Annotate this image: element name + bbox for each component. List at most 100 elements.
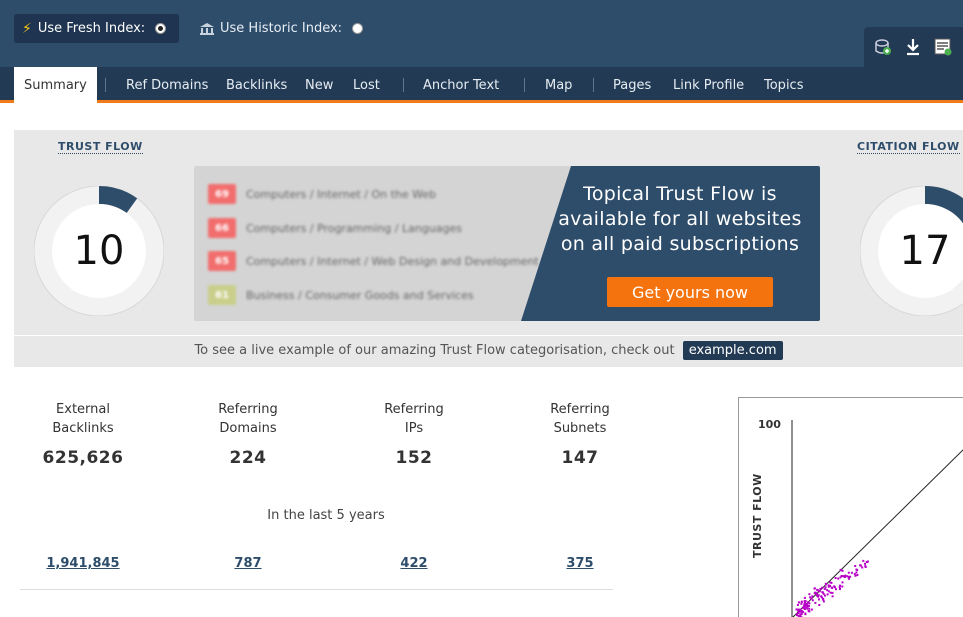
scatter-point [841,585,844,588]
promo-line: on all paid subscriptions [560,233,800,255]
nav-tabs: Summary Ref Domains Backlinks New Lost A… [0,67,963,105]
majestic-site-explorer: ⚡ Use Fresh Index: Use Historic Index: S… [0,0,963,617]
add-to-bucket-icon[interactable] [873,37,893,57]
scatter-point [826,589,829,592]
stat-label: Domains [219,421,277,436]
historic-index-label: Use Historic Index: [220,21,343,36]
history-link[interactable]: 422 [400,556,427,571]
scatter-point [800,613,803,615]
scatter-point [831,595,834,598]
promo-line: Topical Trust Flow is [583,183,777,205]
history-link[interactable]: 375 [566,556,593,571]
fresh-index-label: Use Fresh Index: [37,21,146,36]
scatter-point [821,591,824,594]
scatter-point [864,565,867,568]
scatter-point [841,569,844,572]
trust-flow-gauge: 10 [33,185,165,317]
get-yours-now-button[interactable]: Get yours now [607,277,773,307]
diagonal-reference-line [792,449,963,617]
trust-flow-value: 10 [73,228,125,274]
tab-new[interactable]: New [305,67,333,103]
scatter-point [826,593,829,596]
scatter-point [821,596,823,599]
scatter-point [837,577,840,580]
scatter-point [817,589,820,592]
flow-metric-scatter: 100 TRUST FLOW [738,397,963,617]
scatter-point [829,584,831,587]
flow-metrics-panel: TRUST FLOW CITATION FLOW 10 17 69 Comput… [14,130,963,367]
historic-index-option[interactable]: Use Historic Index: [200,14,364,43]
scatter-point [855,568,858,571]
scatter-point [821,586,824,589]
tab-separator [105,78,106,92]
stat-label: IPs [404,421,424,436]
scatter-point [818,604,821,606]
scatter-point [803,608,806,610]
scatter-point [861,566,864,569]
tab-separator [524,78,525,92]
tab-link-profile[interactable]: Link Profile [673,67,744,103]
scatter-point [806,607,809,610]
tab-separator [403,78,404,92]
example-link[interactable]: example.com [682,341,783,360]
scatter-point [811,595,814,598]
scatter-point [865,561,868,563]
scatter-point [814,591,817,594]
scatter-point [808,602,811,605]
scatter-point [835,588,837,591]
tab-anchor-text[interactable]: Anchor Text [423,67,499,103]
history-link[interactable]: 1,941,845 [46,556,119,571]
scatter-point [806,605,809,608]
scatter-point [816,594,818,597]
scatter-point [839,584,841,587]
stat-external-backlinks: External Backlinks 625,626 [13,400,153,468]
scatter-point [824,582,827,585]
scatter-point [827,590,830,593]
scatter-point [808,593,811,596]
stat-value: 147 [561,448,599,468]
report-icon[interactable] [933,37,953,57]
tab-summary[interactable]: Summary [14,67,97,105]
history-link[interactable]: 787 [234,556,261,571]
tab-backlinks[interactable]: Backlinks [226,67,287,103]
scatter-point [841,581,844,584]
tab-pages[interactable]: Pages [613,67,651,103]
scatter-point [800,600,803,603]
promo-line: available for all websites [558,208,802,230]
tab-topics[interactable]: Topics [764,67,803,103]
fresh-index-radio[interactable] [155,23,167,34]
stat-label: External [56,402,110,417]
tab-lost[interactable]: Lost [353,67,380,103]
stat-value: 625,626 [42,448,124,468]
stat-referring-subnets: Referring Subnets 147 [510,400,650,468]
header-bar: ⚡ Use Fresh Index: Use Historic Index: [0,0,963,67]
scatter-point [831,591,834,594]
history-referring-domains: 787 [178,552,318,571]
download-icon[interactable] [903,37,923,57]
scatter-point [846,575,849,578]
scatter-point [804,600,807,603]
trust-flow-label: TRUST FLOW [58,140,143,154]
scatter-point [810,608,813,611]
scatter-point [862,559,865,562]
citation-flow-label: CITATION FLOW [857,140,960,154]
citation-flow-gauge: 17 [859,185,963,317]
scatter-point [824,586,827,589]
scatter-point [854,565,857,567]
fresh-index-option[interactable]: ⚡ Use Fresh Index: [14,14,179,43]
tab-ref-domains[interactable]: Ref Domains [126,67,208,103]
scatter-point [856,574,859,576]
historic-index-radio[interactable] [352,23,364,34]
stat-value: 152 [395,448,433,468]
history-external-backlinks: 1,941,845 [13,552,153,571]
scatter-point [842,575,845,578]
scatter-point [818,598,820,601]
tab-map[interactable]: Map [545,67,572,103]
topical-trust-flow-teaser: 69 Computers / Internet / On the Web 66 … [194,166,820,321]
scatter-point [808,610,811,613]
scatter-point [800,610,802,613]
stat-referring-ips: Referring IPs 152 [344,400,484,468]
scatter-point [850,571,853,574]
lightning-icon: ⚡ [22,20,32,37]
scatter-point [798,601,800,604]
